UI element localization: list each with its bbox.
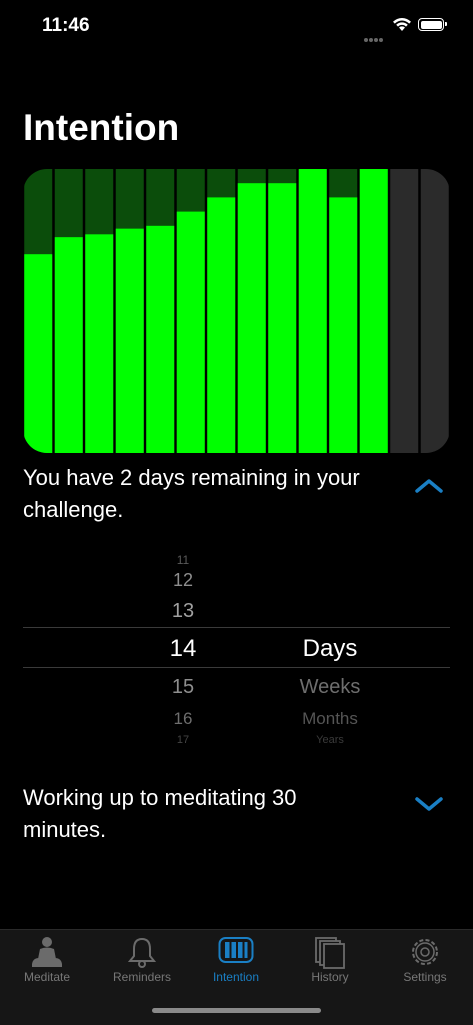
picker-unit-option[interactable]: Months <box>257 709 403 729</box>
meditation-icon <box>0 936 94 970</box>
clock: 11:46 <box>42 15 90 36</box>
picker-number-option[interactable]: 11 <box>23 553 343 567</box>
tab-label: Intention <box>212 970 260 984</box>
gear-icon <box>378 936 472 970</box>
bar <box>207 197 236 453</box>
tab-label: History <box>311 970 349 984</box>
chevron-down-icon[interactable] <box>414 794 444 814</box>
stack-icon <box>283 936 377 970</box>
bars-icon <box>189 936 283 970</box>
challenge-message: You have 2 days remaining in your challe… <box>23 465 360 522</box>
bar <box>176 211 205 453</box>
bar <box>24 254 53 453</box>
bar <box>85 234 114 453</box>
picker-unit-option[interactable]: Years <box>257 734 403 746</box>
progress-chart-svg <box>24 169 449 453</box>
goal-message: Working up to meditating 30 minutes. <box>23 785 297 842</box>
bar <box>268 183 297 453</box>
bar-track <box>390 169 419 453</box>
page-title: Intention <box>23 107 180 148</box>
bar <box>329 197 358 453</box>
tab-label: Meditate <box>23 970 71 984</box>
bar <box>54 237 83 453</box>
tab-label: Settings <box>403 970 447 984</box>
tab-meditate[interactable]: Meditate <box>0 930 94 990</box>
picker-number-option[interactable]: 13 <box>23 600 343 623</box>
wifi-icon <box>392 17 412 37</box>
home-indicator[interactable] <box>152 1008 321 1013</box>
tab-label: Reminders <box>112 970 172 984</box>
bar <box>115 228 144 453</box>
tab-history[interactable]: History <box>283 930 377 990</box>
status-bar: 11:46 <box>0 0 473 50</box>
bar <box>298 169 327 453</box>
bar <box>359 169 388 453</box>
battery-icon <box>418 18 447 31</box>
picker-unit-option[interactable]: Days <box>257 635 403 663</box>
picker-unit-option[interactable]: Weeks <box>257 676 403 699</box>
tab-reminders[interactable]: Reminders <box>95 930 189 990</box>
bell-icon <box>95 936 189 970</box>
progress-chart <box>23 169 450 453</box>
tab-settings[interactable]: Settings <box>378 930 472 990</box>
cellular-icon <box>364 29 384 47</box>
picker-number-option[interactable]: 12 <box>23 570 343 591</box>
duration-picker[interactable]: 11 12 13 14 15 16 17 Days Weeks Months Years <box>23 545 450 750</box>
tab-intention[interactable]: Intention <box>189 930 283 990</box>
bar <box>237 183 266 453</box>
chevron-up-icon[interactable] <box>414 476 444 496</box>
bar <box>146 225 175 453</box>
bar-track <box>420 169 449 453</box>
